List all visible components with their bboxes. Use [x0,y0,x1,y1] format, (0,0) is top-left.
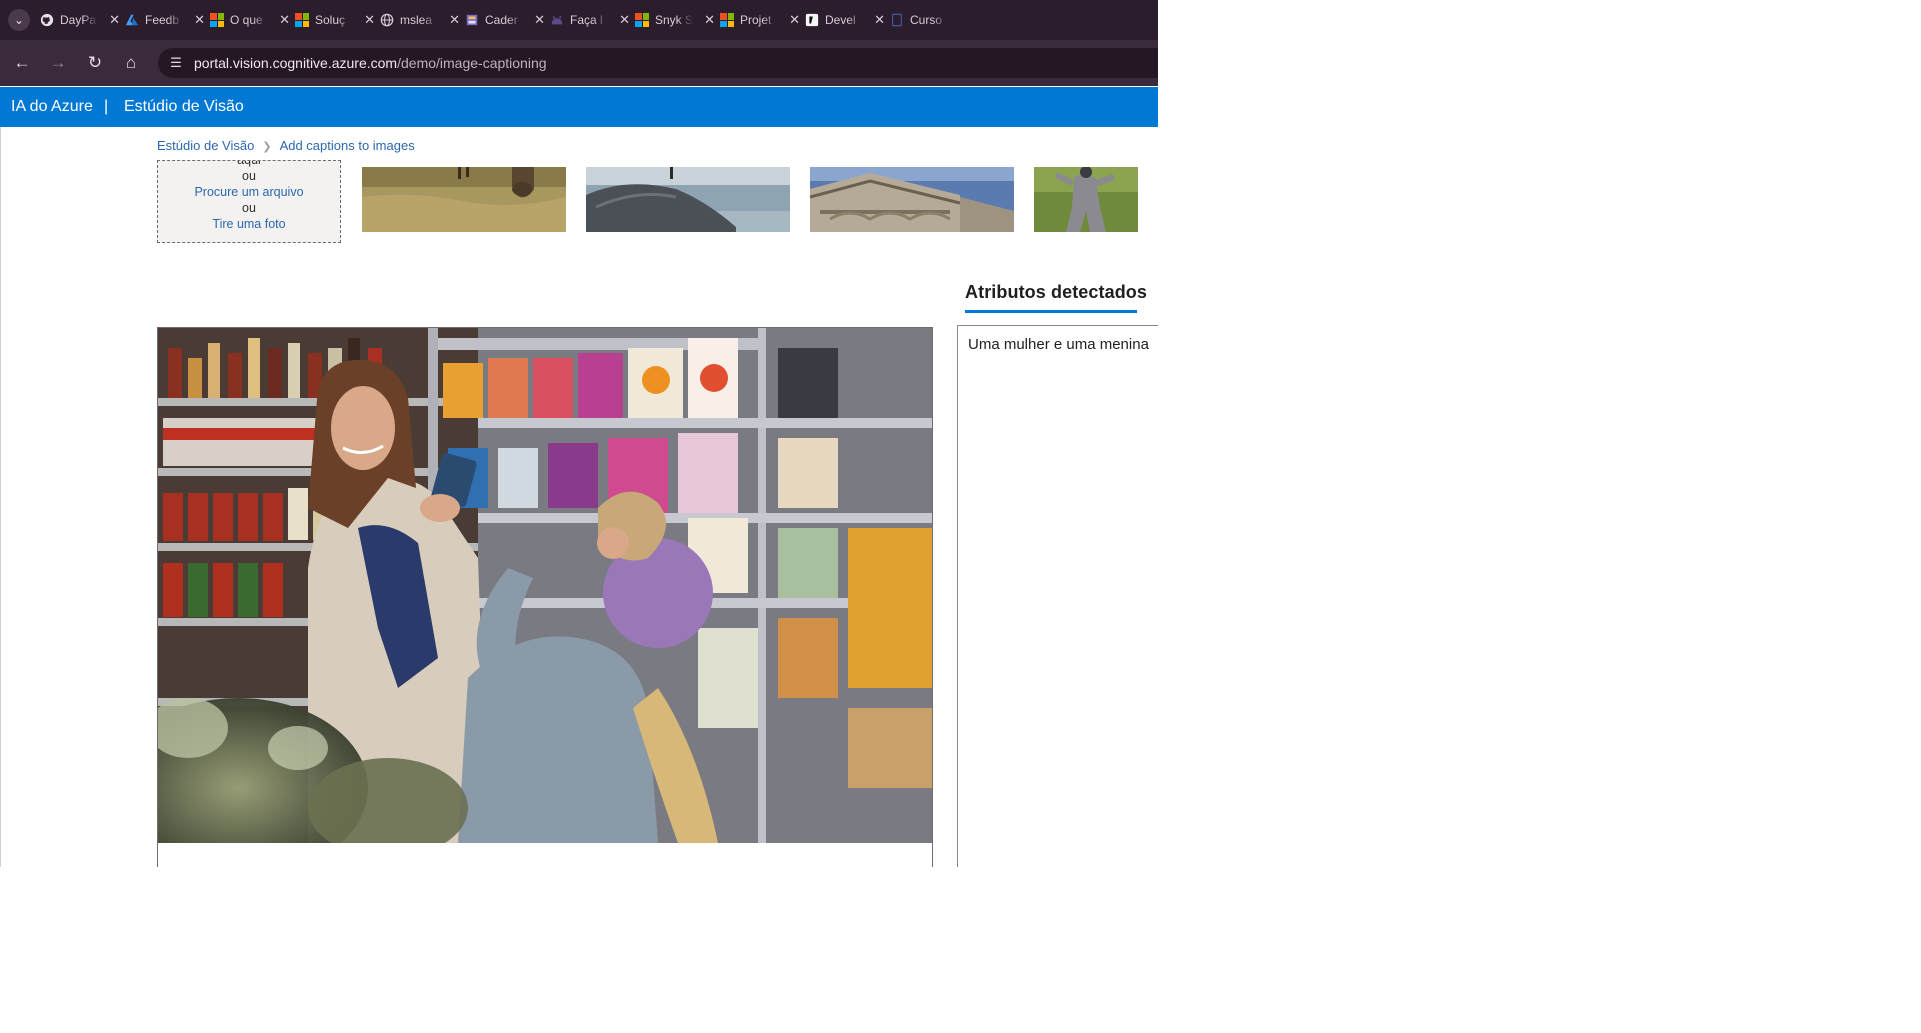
microsoft-logo-icon [295,13,309,27]
azure-ai-link[interactable]: IA do Azure [11,87,93,127]
browser-tab[interactable]: Faça l ✕ [546,8,644,32]
browser-tab[interactable]: mslea ✕ [376,8,474,32]
generated-caption: Uma mulher e uma menina [968,336,1149,353]
browser-toolbar: ← → ↻ ⌂ ☰ portal.vision.cognitive.azure.… [0,40,1158,86]
notebook-icon [466,14,478,26]
tab-label: DayPa [60,13,97,27]
tab-label: mslea [400,13,433,27]
detected-attributes-tab[interactable]: Atributos detectados [965,280,1147,304]
back-arrow-icon[interactable]: ← [11,52,33,74]
sample-image-thumbnail[interactable] [810,167,1014,232]
header-separator: | [104,98,109,115]
browse-file-link[interactable]: Procure um arquivo [158,184,340,200]
tab-close-icon[interactable]: ✕ [109,8,120,32]
browser-tab-strip: ⌄ DayPa ✕ Feedb ✕ O que ✕ Soluç ✕ mslea … [0,0,1158,40]
tab-close-icon[interactable]: ✕ [704,8,715,32]
browser-tab[interactable]: Projet ✕ [716,8,814,32]
active-tab-indicator [965,310,1137,313]
or-text: ou [242,169,256,183]
breadcrumb-root-link[interactable]: Estúdio de Visão [157,138,254,153]
tab-label: Devel [825,13,856,27]
home-icon[interactable]: ⌂ [120,52,142,74]
azure-devops-icon [125,14,139,26]
tab-close-icon[interactable]: ✕ [449,8,460,32]
globe-icon [380,13,394,27]
tab-label: Cader [485,13,518,27]
tab-close-icon[interactable]: ✕ [789,8,800,32]
tab-label: Curso [910,13,943,27]
coastal-rock-image [586,167,790,232]
tab-close-icon[interactable]: ✕ [279,8,290,32]
drop-hint-text: aqui [237,160,261,167]
browser-viewport: ⌄ DayPa ✕ Feedb ✕ O que ✕ Soluç ✕ mslea … [0,0,1158,867]
tab-close-icon[interactable]: ✕ [534,8,545,32]
breadcrumb-current-link[interactable]: Add captions to images [280,138,415,153]
microsoft-logo-icon [635,13,649,27]
grazing-animal-image [362,167,566,232]
browser-tab[interactable]: Cader ✕ [461,8,559,32]
tab-label: Snyk S [655,13,693,27]
tab-label: Projet [740,13,772,27]
browser-tab[interactable]: Devel ✕ [801,8,899,32]
tab-label: Feedb [145,13,180,27]
github-icon [40,13,54,27]
tab-close-icon[interactable]: ✕ [364,8,375,32]
analyzed-image [158,328,932,843]
vision-studio-link[interactable]: Estúdio de Visão [124,87,244,127]
chevron-right-icon: ❯ [262,141,272,153]
breadcrumb: Estúdio de Visão ❯ Add captions to images [157,136,415,157]
url-path: /demo/image-captioning [397,55,547,71]
browser-tab[interactable]: DayPa ✕ [36,8,134,32]
tab-label: O que [230,13,263,27]
microsoft-logo-icon [210,13,224,27]
azure-header: IA do Azure | Estúdio de Visão [0,87,1158,127]
browser-tab[interactable]: Snyk S ✕ [631,8,729,32]
browser-tab[interactable]: Soluç ✕ [291,8,389,32]
tab-label: Faça l [570,13,603,27]
url-text[interactable]: portal.vision.cognitive.azure.com/demo/i… [194,48,547,78]
microsoft-logo-icon [720,13,734,27]
browser-tab[interactable]: Curso [886,8,984,32]
browser-tab[interactable]: Feedb ✕ [121,8,219,32]
baseball-player-image [1034,167,1138,232]
address-bar[interactable]: ☰ portal.vision.cognitive.azure.com/demo… [158,48,1158,78]
sample-image-thumbnail[interactable] [362,167,566,232]
classical-building-image [810,167,1014,232]
browser-tab[interactable]: O que ✕ [206,8,304,32]
tab-close-icon[interactable]: ✕ [194,8,205,32]
document-icon [892,13,902,27]
left-divider [0,127,1,867]
url-host: portal.vision.cognitive.azure.com [194,55,398,71]
tab-search-chevron-icon[interactable]: ⌄ [8,9,30,31]
dev-icon [805,13,819,27]
tab-label: Soluç [315,13,346,27]
analyzed-image-frame [157,327,933,867]
sample-image-thumbnail[interactable] [1034,167,1138,232]
tab-close-icon[interactable]: ✕ [874,8,885,32]
site-settings-icon[interactable]: ☰ [168,55,184,71]
grocery-store-photo [158,328,932,843]
or-text: ou [242,201,256,215]
cat-icon [551,15,563,25]
caption-result-box: Uma mulher e uma menina [957,325,1158,867]
tab-close-icon[interactable]: ✕ [619,8,630,32]
forward-arrow-icon[interactable]: → [47,52,69,74]
take-photo-link[interactable]: Tire uma foto [158,216,340,232]
sample-image-thumbnail[interactable] [586,167,790,232]
image-drop-zone[interactable]: aqui ou Procure um arquivo ou Tire uma f… [157,160,341,243]
reload-icon[interactable]: ↻ [84,52,106,74]
